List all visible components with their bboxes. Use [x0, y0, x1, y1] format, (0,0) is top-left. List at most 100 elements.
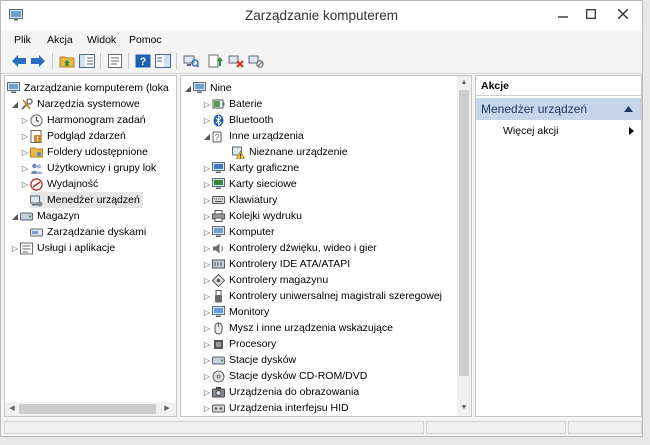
- device-category[interactable]: ▷ Monitory: [202, 304, 269, 320]
- tree-root[interactable]: Zarządzanie komputerem (loka: [7, 80, 169, 96]
- collapse-arrow-icon[interactable]: ◢: [183, 84, 193, 93]
- show-hide-tree-icon[interactable]: [79, 53, 95, 69]
- scrollbar-thumb[interactable]: [459, 90, 469, 376]
- tree-item-storage[interactable]: ◢ Magazyn: [10, 208, 80, 224]
- expand-arrow-icon[interactable]: ▷: [20, 148, 30, 157]
- expand-arrow-icon[interactable]: ▷: [20, 116, 30, 125]
- expand-arrow-icon[interactable]: ▷: [202, 116, 212, 125]
- up-folder-icon[interactable]: [59, 53, 75, 69]
- expand-arrow-icon[interactable]: ▷: [202, 100, 212, 109]
- more-actions-link[interactable]: Więcej akcji: [503, 125, 558, 137]
- device-category[interactable]: ▷ Baterie: [202, 96, 262, 112]
- device-category[interactable]: ▷ Kontrolery dźwięku, wideo i gier: [202, 240, 377, 256]
- scroll-left-arrow-icon[interactable]: ◀: [7, 404, 17, 414]
- vertical-scrollbar[interactable]: ▲ ▼: [457, 76, 471, 416]
- scrollbar-thumb[interactable]: [19, 404, 156, 414]
- tree-item-shared-folders[interactable]: ▷ Foldery udostępnione: [20, 144, 148, 160]
- device-category[interactable]: ◢ ? Inne urządzenia: [202, 128, 304, 144]
- collapse-arrow-icon[interactable]: ◢: [10, 100, 20, 109]
- tree-item-device-manager[interactable]: Menedżer urządzeń: [30, 192, 143, 208]
- tree-item-task-scheduler[interactable]: ▷ Harmonogram zadań: [20, 112, 146, 128]
- forward-arrow-icon[interactable]: [30, 53, 46, 69]
- tree-item-disk-management[interactable]: Zarządzanie dyskami: [30, 224, 146, 240]
- scan-hardware-icon[interactable]: [183, 53, 199, 69]
- scroll-right-arrow-icon[interactable]: ▶: [162, 404, 172, 414]
- storage-controller-icon: [212, 273, 225, 287]
- scroll-up-arrow-icon[interactable]: ▲: [459, 78, 469, 88]
- expand-arrow-icon[interactable]: ▷: [202, 260, 212, 269]
- maximize-button[interactable]: [577, 3, 605, 25]
- menu-view[interactable]: Widok: [87, 34, 116, 46]
- back-arrow-icon[interactable]: [11, 53, 27, 69]
- expand-arrow-icon[interactable]: ▷: [202, 164, 212, 173]
- tree-item-system-tools[interactable]: ◢ Narzędzia systemowe: [10, 96, 140, 112]
- update-driver-icon[interactable]: [208, 53, 224, 69]
- disable-device-icon[interactable]: [248, 53, 264, 69]
- expand-arrow-icon[interactable]: ▷: [20, 180, 30, 189]
- device-category[interactable]: ▷ Klawiatury: [202, 192, 278, 208]
- expand-arrow-icon[interactable]: ▷: [202, 372, 212, 381]
- collapse-arrow-icon[interactable]: ◢: [10, 212, 20, 221]
- expand-arrow-icon[interactable]: ▷: [202, 356, 212, 365]
- properties-icon[interactable]: [107, 53, 123, 69]
- device-category[interactable]: ▷ Urządzenia do obrazowania: [202, 384, 359, 400]
- menu-help[interactable]: Pomoc: [129, 34, 162, 46]
- device-category[interactable]: ▷ Komputer: [202, 224, 275, 240]
- device-category[interactable]: ▷ Stacje dysków: [202, 352, 296, 368]
- device-category[interactable]: ▷ Karty graficzne: [202, 160, 299, 176]
- tree-item-performance[interactable]: ▷ Wydajność: [20, 176, 98, 192]
- status-bar: [4, 420, 642, 435]
- menu-file[interactable]: Plik: [14, 34, 31, 46]
- printer-icon: [212, 210, 225, 223]
- imaging-device-icon: [212, 386, 225, 399]
- expand-arrow-icon[interactable]: ▷: [10, 244, 20, 253]
- device-category[interactable]: ▷ Urządzenia interfejsu HID: [202, 400, 349, 416]
- device-category[interactable]: ▷ Kontrolery magazynu: [202, 272, 328, 288]
- actions-section-device-manager[interactable]: Menedżer urządzeń: [476, 98, 641, 120]
- expand-arrow-icon[interactable]: ▷: [202, 388, 212, 397]
- device-category[interactable]: ▷ Stacje dysków CD-ROM/DVD: [202, 368, 367, 384]
- close-button[interactable]: [605, 3, 641, 25]
- scroll-down-arrow-icon[interactable]: ▼: [459, 403, 469, 413]
- expand-arrow-icon[interactable]: ▷: [202, 180, 212, 189]
- device-category[interactable]: ▷ Karty sieciowe: [202, 176, 297, 192]
- device-category[interactable]: ▷ Kontrolery IDE ATA/ATAPI: [202, 256, 350, 272]
- horizontal-scrollbar[interactable]: ◀ ▶: [5, 402, 176, 416]
- expand-arrow-icon[interactable]: ▷: [20, 132, 30, 141]
- device-category[interactable]: ▷ Bluetooth: [202, 112, 273, 128]
- expand-arrow-icon[interactable]: ▷: [202, 292, 212, 301]
- device-category[interactable]: ▷ Procesory: [202, 336, 276, 352]
- expand-arrow-icon[interactable]: ▷: [202, 324, 212, 333]
- expand-arrow-icon[interactable]: ▷: [202, 244, 212, 253]
- tree-item-local-users[interactable]: ▷ Użytkownicy i grupy lok: [20, 160, 156, 176]
- device-category[interactable]: ▷ Kolejki wydruku: [202, 208, 302, 224]
- collapse-section-icon[interactable]: [624, 106, 633, 112]
- show-action-pane-icon[interactable]: [155, 53, 171, 69]
- expand-arrow-icon[interactable]: ▷: [202, 228, 212, 237]
- expand-arrow-icon[interactable]: ▷: [202, 404, 212, 413]
- svg-text:?: ?: [140, 56, 147, 68]
- usb-icon: [212, 289, 225, 303]
- expand-arrow-icon[interactable]: ▷: [202, 308, 212, 317]
- tree-root-label: Zarządzanie komputerem (loka: [24, 82, 169, 94]
- help-icon[interactable]: ?: [135, 53, 151, 69]
- submenu-arrow-icon[interactable]: [629, 127, 634, 135]
- device-category[interactable]: ▷ Mysz i inne urządzenia wskazujące: [202, 320, 393, 336]
- minimize-button[interactable]: [549, 3, 577, 25]
- expand-arrow-icon[interactable]: ▷: [202, 212, 212, 221]
- menu-action[interactable]: Akcja: [47, 34, 73, 46]
- tree-item-services-applications[interactable]: ▷ Usługi i aplikacje: [10, 240, 115, 256]
- expand-arrow-icon[interactable]: ▷: [202, 340, 212, 349]
- uninstall-device-icon[interactable]: [228, 53, 244, 69]
- expand-arrow-icon[interactable]: ▷: [202, 196, 212, 205]
- collapse-arrow-icon[interactable]: ◢: [202, 132, 212, 141]
- tree-item-event-viewer[interactable]: ▷ ! Podgląd zdarzeń: [20, 128, 126, 144]
- bluetooth-icon: [212, 114, 225, 127]
- device-category[interactable]: ▷ Kontrolery uniwersalnej magistrali sze…: [202, 288, 442, 304]
- expand-arrow-icon[interactable]: ▷: [20, 164, 30, 173]
- title-bar[interactable]: Zarządzanie komputerem: [1, 1, 642, 31]
- main-window: Zarządzanie komputerem Plik Akcja Widok …: [0, 0, 643, 437]
- device-item[interactable]: ! Nieznane urządzenie: [232, 144, 348, 160]
- expand-arrow-icon[interactable]: ▷: [202, 276, 212, 285]
- device-root[interactable]: ◢ Nine: [183, 80, 232, 96]
